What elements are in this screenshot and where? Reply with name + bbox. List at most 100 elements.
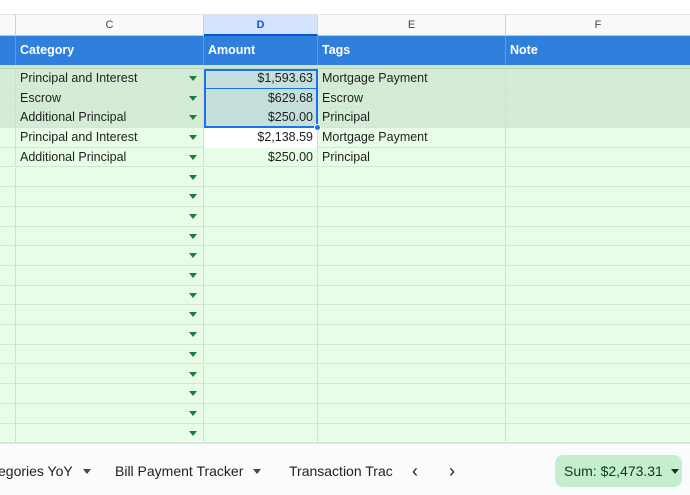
category-cell[interactable]: Principal and Interest xyxy=(16,69,204,89)
note-cell[interactable] xyxy=(506,207,690,227)
dropdown-arrow-icon[interactable] xyxy=(189,233,197,239)
amount-cell[interactable] xyxy=(204,384,318,404)
header-amount[interactable]: Amount xyxy=(204,36,318,65)
dropdown-arrow-icon[interactable] xyxy=(189,76,197,81)
dropdown-arrow-icon[interactable] xyxy=(189,332,197,338)
category-cell[interactable] xyxy=(16,325,204,345)
cell-b[interactable] xyxy=(0,384,16,404)
cell-b[interactable] xyxy=(0,364,16,385)
note-cell[interactable] xyxy=(506,325,690,345)
category-cell[interactable] xyxy=(16,384,204,404)
column-header-b[interactable] xyxy=(0,15,16,36)
dropdown-arrow-icon[interactable] xyxy=(189,351,197,357)
dropdown-arrow-icon[interactable] xyxy=(189,194,197,200)
column-header-f[interactable]: F xyxy=(506,15,690,36)
amount-cell[interactable]: $250.00 xyxy=(204,147,318,168)
cell-b[interactable] xyxy=(0,108,16,129)
tags-cell[interactable] xyxy=(318,364,506,385)
amount-cell[interactable] xyxy=(204,187,318,207)
note-cell[interactable] xyxy=(506,128,690,148)
dropdown-arrow-icon[interactable] xyxy=(189,312,197,318)
tags-cell[interactable] xyxy=(318,403,506,424)
tags-cell[interactable]: Principal xyxy=(318,147,506,168)
header-category[interactable]: Category xyxy=(16,36,204,65)
tags-cell[interactable] xyxy=(318,246,506,266)
note-cell[interactable] xyxy=(506,345,690,365)
header-cell-b[interactable] xyxy=(0,36,16,65)
chevron-down-icon[interactable] xyxy=(253,469,262,474)
dropdown-arrow-icon[interactable] xyxy=(189,391,197,397)
tags-cell[interactable] xyxy=(318,325,506,345)
note-cell[interactable] xyxy=(506,69,690,89)
note-cell[interactable] xyxy=(506,168,690,188)
tags-cell[interactable] xyxy=(318,266,506,286)
cell-b[interactable] xyxy=(0,147,16,168)
tags-cell[interactable]: Mortgage Payment xyxy=(318,69,506,89)
cell-b[interactable] xyxy=(0,187,16,207)
note-cell[interactable] xyxy=(506,227,690,247)
dropdown-arrow-icon[interactable] xyxy=(189,371,197,377)
tags-cell[interactable] xyxy=(318,167,506,188)
category-cell[interactable] xyxy=(16,206,204,227)
cell-b[interactable] xyxy=(0,325,16,345)
amount-cell[interactable] xyxy=(204,266,318,286)
cell-b[interactable] xyxy=(0,403,16,424)
note-cell[interactable] xyxy=(506,89,690,109)
note-cell[interactable] xyxy=(506,246,690,266)
tags-cell[interactable] xyxy=(318,285,506,306)
cell-b[interactable] xyxy=(0,206,16,227)
dropdown-arrow-icon[interactable] xyxy=(189,430,197,436)
tags-cell[interactable] xyxy=(318,344,506,365)
category-cell[interactable] xyxy=(16,246,204,266)
dropdown-arrow-icon[interactable] xyxy=(189,95,197,101)
dropdown-arrow-icon[interactable] xyxy=(189,410,197,416)
note-cell[interactable] xyxy=(506,384,690,404)
cell-b[interactable] xyxy=(0,266,16,286)
amount-cell[interactable] xyxy=(204,344,318,365)
chevron-down-icon[interactable] xyxy=(82,469,91,474)
dropdown-arrow-icon[interactable] xyxy=(189,174,197,180)
cell-b[interactable] xyxy=(0,128,16,148)
note-cell[interactable] xyxy=(506,286,690,306)
category-cell[interactable]: Escrow xyxy=(16,88,204,109)
spreadsheet-grid[interactable]: Principal and Interest $1,593.63 Mortgage … xyxy=(0,69,690,444)
column-header-d[interactable]: D xyxy=(204,15,318,36)
sheet-tab-categories-yoy[interactable]: egories YoY xyxy=(0,460,91,482)
amount-cell[interactable] xyxy=(204,403,318,424)
dropdown-arrow-icon[interactable] xyxy=(189,115,197,121)
scroll-tabs-right-icon[interactable]: › xyxy=(441,460,463,482)
category-cell[interactable] xyxy=(16,305,204,326)
note-cell[interactable] xyxy=(506,148,690,168)
selection-sum-button[interactable]: Sum: $2,473.31 xyxy=(555,455,682,487)
scroll-tabs-left-icon[interactable]: ‹ xyxy=(404,460,426,482)
category-cell[interactable] xyxy=(16,226,204,247)
category-cell[interactable] xyxy=(16,344,204,365)
tags-cell[interactable]: Mortgage Payment xyxy=(318,128,506,148)
sheet-tab-transaction-tracker[interactable]: Transaction Trac xyxy=(289,460,395,482)
sheet-tab-bill-payment-tracker[interactable]: Bill Payment Tracker xyxy=(115,460,262,482)
cell-b[interactable] xyxy=(0,285,16,306)
category-cell[interactable] xyxy=(16,266,204,286)
amount-cell[interactable] xyxy=(204,285,318,306)
cell-b[interactable] xyxy=(0,246,16,266)
cell-b[interactable] xyxy=(0,305,16,326)
amount-cell[interactable] xyxy=(204,246,318,266)
tags-cell[interactable] xyxy=(318,187,506,207)
dropdown-arrow-icon[interactable] xyxy=(189,213,197,219)
category-cell[interactable] xyxy=(16,364,204,385)
cell-b[interactable] xyxy=(0,423,16,444)
amount-cell[interactable] xyxy=(204,305,318,326)
note-cell[interactable] xyxy=(506,365,690,385)
cell-b[interactable] xyxy=(0,167,16,188)
amount-cell[interactable] xyxy=(204,325,318,345)
amount-cell[interactable] xyxy=(204,206,318,227)
cell-b[interactable] xyxy=(0,344,16,365)
note-cell[interactable] xyxy=(506,424,690,444)
column-header-c[interactable]: C xyxy=(16,15,204,36)
header-note[interactable]: Note xyxy=(506,36,690,65)
category-cell[interactable]: Additional Principal xyxy=(16,108,204,129)
category-cell[interactable] xyxy=(16,423,204,444)
tags-cell[interactable] xyxy=(318,305,506,326)
dropdown-arrow-icon[interactable] xyxy=(189,154,197,160)
amount-cell[interactable] xyxy=(204,423,318,444)
